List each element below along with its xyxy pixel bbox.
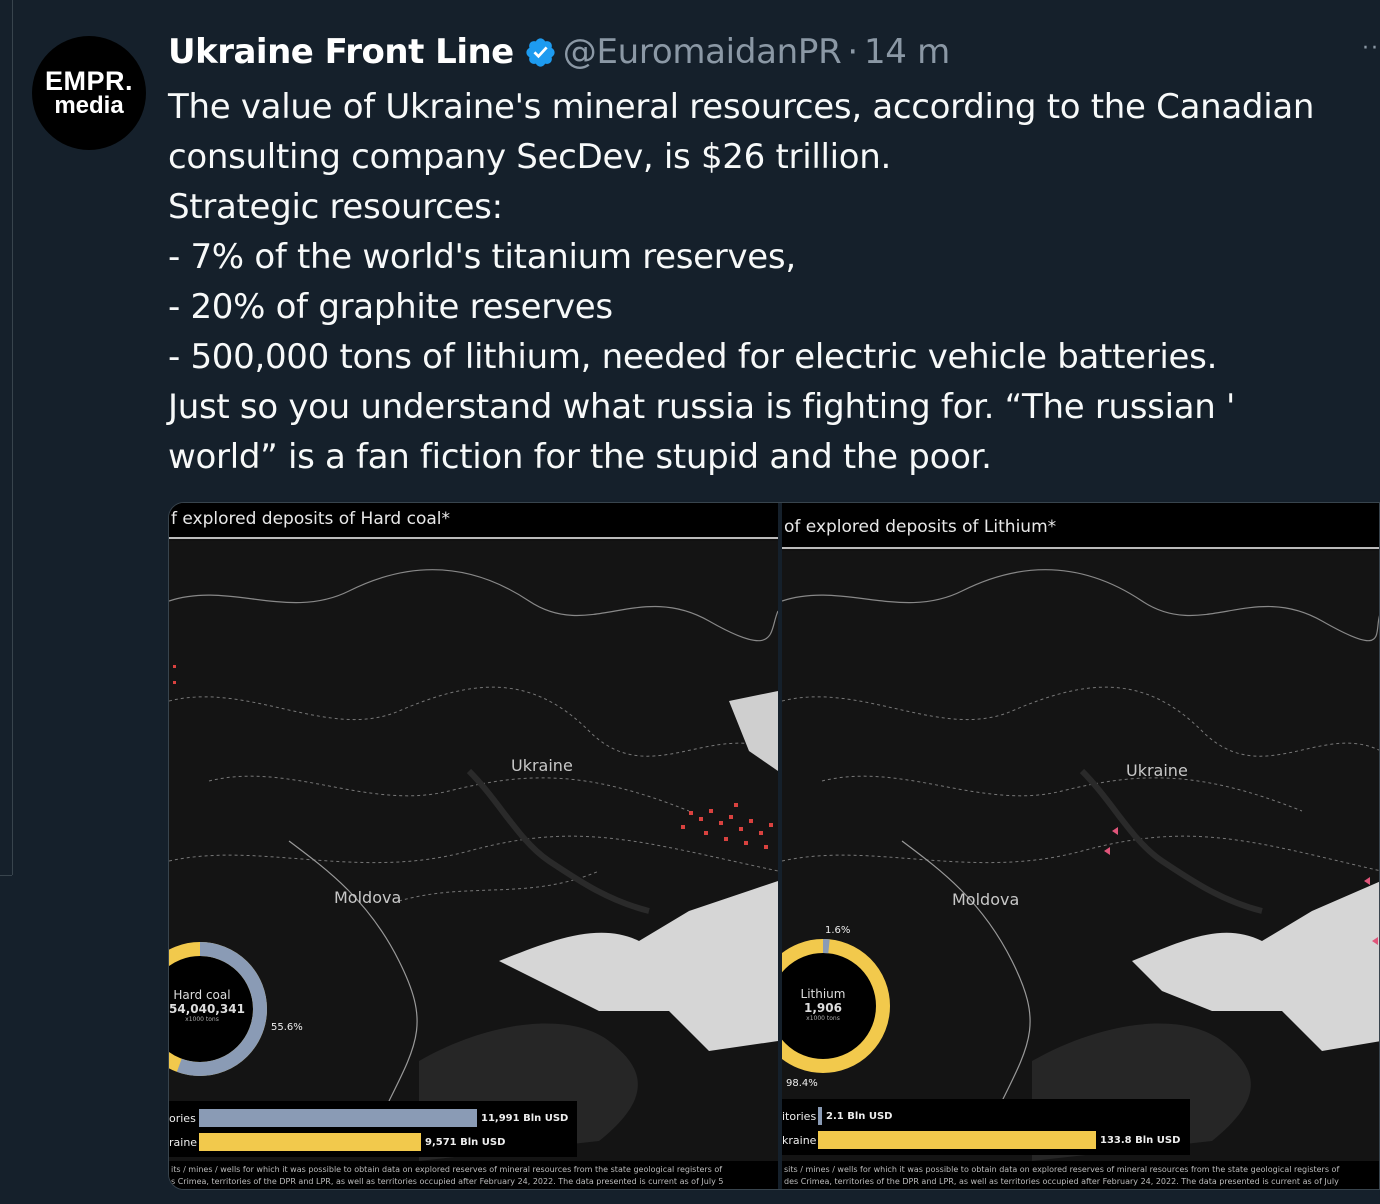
donut-value: 54,040,341 (169, 1002, 245, 1016)
donut-name: Lithium (800, 987, 846, 1001)
bar-label: kraine (782, 1133, 817, 1147)
tweet-text-line: consulting company SecDev, is $26 trilli… (168, 137, 892, 177)
timestamp[interactable]: 14 m (864, 32, 950, 72)
map-label-moldova: Moldova (334, 888, 402, 907)
verified-badge-icon[interactable] (524, 36, 557, 69)
footnote-line: des Crimea, territories of the DPR and L… (784, 1177, 1339, 1186)
tweet-text-line: - 20% of graphite reserves (168, 287, 613, 327)
avatar-text-line1: EMPR. (44, 66, 133, 96)
bar-row-ukraine: raine 9,571 Bln USD (169, 1133, 505, 1151)
footnote-line: sits / mines / wells for which it was po… (784, 1165, 1340, 1174)
tweet-text-line: - 7% of the world's titanium reserves, (168, 237, 796, 277)
bar-ukraine (199, 1133, 421, 1151)
more-options-icon[interactable]: ·· (1362, 36, 1380, 61)
tweet-text-line: The value of Ukraine's mineral resources… (168, 87, 1315, 127)
footnote: sits / mines / wells for which it was po… (782, 1161, 1379, 1189)
donut-unit: x1000 tons (806, 1015, 840, 1022)
display-name[interactable]: Ukraine Front Line (168, 32, 514, 72)
map-label-moldova: Moldova (952, 890, 1020, 909)
footnote-line: its / mines / wells for which it was pos… (171, 1165, 723, 1174)
bar-ukraine (818, 1131, 1096, 1149)
bar-occupied (818, 1107, 822, 1125)
bar-row-ukraine: kraine 133.8 Bln USD (782, 1131, 1180, 1149)
donut-center: Hard coal 54,040,341 x1000 tons (169, 988, 245, 1023)
bar-chart: ories 11,991 Bln USD raine 9,571 Bln USD (169, 1101, 577, 1157)
donut-percent-top: 1.6% (825, 925, 851, 936)
user-handle[interactable]: @EuromaidanPR (563, 32, 842, 72)
tweet-text-line: world” is a fan fiction for the stupid a… (168, 437, 992, 477)
avatar[interactable]: EMPR. media (32, 36, 146, 150)
footnote-line: s Crimea, territories of the DPR and LPR… (171, 1177, 724, 1186)
map-title: f explored deposits of Hard coal* (169, 503, 778, 539)
bar-label: ories (169, 1111, 196, 1125)
bar-value: 2.1 Bln USD (826, 1110, 893, 1122)
bar-label: raine (169, 1135, 198, 1149)
avatar-text-line2: media (54, 92, 124, 119)
donut-center: Lithium 1,906 x1000 tons (790, 987, 856, 1022)
bar-value: 9,571 Bln USD (425, 1136, 506, 1148)
bar-row-occupied: ories 11,991 Bln USD (169, 1109, 568, 1127)
thread-line-tick (0, 875, 12, 876)
tweet-text-line: Strategic resources: (168, 187, 503, 227)
tweet-header: Ukraine Front Line @EuromaidanPR · 14 m (168, 30, 950, 74)
map-label-ukraine: Ukraine (1126, 761, 1188, 780)
bar-chart: itories 2.1 Bln USD kraine 133.8 Bln USD (782, 1099, 1190, 1155)
thread-line (12, 0, 13, 875)
tweet-text-line: Just so you understand what russia is fi… (168, 387, 1236, 427)
donut-unit: x1000 tons (185, 1016, 219, 1023)
media-image-hard-coal[interactable]: f explored deposits of Hard coal* Ukrain… (169, 503, 778, 1189)
separator-dot: · (847, 32, 858, 72)
bar-occupied (199, 1109, 477, 1127)
donut-percent: 55.6% (271, 1022, 303, 1033)
map-label-ukraine: Ukraine (511, 756, 573, 775)
map-title: of explored deposits of Lithium* (782, 503, 1379, 549)
donut-value: 1,906 (804, 1001, 842, 1015)
tweet-media[interactable]: f explored deposits of Hard coal* Ukrain… (168, 502, 1380, 1190)
tweet-text-line: - 500,000 tons of lithium, needed for el… (168, 337, 1218, 377)
bar-row-occupied: itories 2.1 Bln USD (782, 1107, 892, 1125)
donut-name: Hard coal (173, 988, 231, 1002)
bar-value: 133.8 Bln USD (1100, 1134, 1181, 1146)
media-image-lithium[interactable]: of explored deposits of Lithium* Ukraine… (782, 503, 1379, 1189)
donut-percent: 98.4% (786, 1078, 818, 1089)
footnote: its / mines / wells for which it was pos… (169, 1161, 778, 1189)
bar-label: itories (782, 1109, 817, 1123)
bar-value: 11,991 Bln USD (481, 1112, 569, 1124)
tweet-text: The value of Ukraine's mineral resources… (168, 82, 1358, 482)
